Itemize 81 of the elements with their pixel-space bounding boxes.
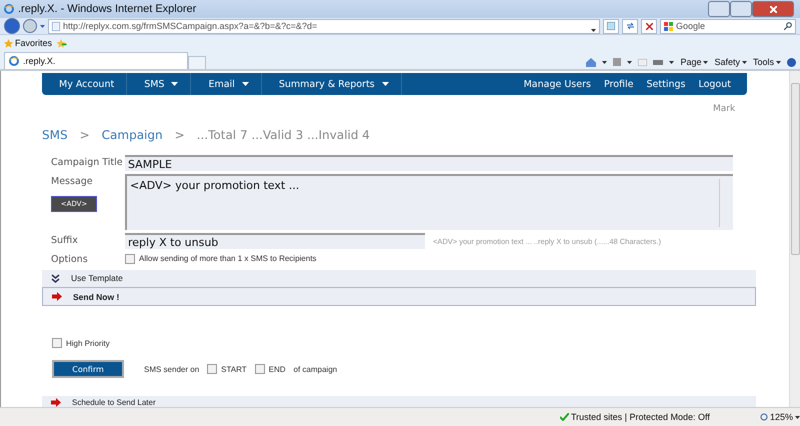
close-button[interactable] [752, 1, 794, 17]
double-chevron-icon [51, 274, 60, 283]
help-icon[interactable] [787, 58, 796, 66]
address-field[interactable]: http://replyx.com.sg/frmSMSCampaign.aspx?a=&?b=&?c=&?d= [48, 18, 600, 34]
field-label: Message [51, 175, 94, 187]
maximize-button[interactable] [730, 1, 752, 17]
minimize-button[interactable] [708, 1, 730, 17]
search-provider-icon [664, 22, 673, 30]
back-button[interactable] [4, 18, 20, 34]
field-label: Suffix [51, 234, 79, 248]
breadcrumb-separator: > [80, 128, 90, 142]
message-field[interactable]: <ADV> your promotion text ... [125, 174, 733, 230]
user-name: Mark [713, 104, 736, 114]
dropdown-arrow-icon[interactable] [703, 60, 708, 64]
dropdown-arrow-icon[interactable] [602, 60, 608, 64]
sender-label: SMS sender on [144, 364, 200, 374]
command-menu[interactable]: Tools [752, 57, 781, 67]
command-menu[interactable]: Safety [714, 57, 747, 67]
magnifier-icon [760, 413, 768, 421]
sender-checkbox[interactable]: START [207, 364, 247, 374]
dropdown-arrow-icon[interactable] [795, 416, 800, 418]
browser-logo-icon [4, 4, 14, 14]
sender-checkbox[interactable]: END [254, 364, 286, 374]
option-checkbox[interactable]: Allow sending of more than 1 x SMS to Recipients [125, 252, 733, 265]
nav-link[interactable]: Profile [604, 78, 634, 90]
nav-link[interactable]: Manage Users [524, 78, 591, 90]
checkmark-icon [560, 413, 569, 421]
breadcrumb-status: ...Total 7 ...Valid 3 ...Invalid 4 [196, 128, 370, 142]
nav-menu-item[interactable]: Summary & Reports [262, 73, 402, 95]
caret-icon [242, 82, 249, 86]
compatibility-button[interactable] [603, 18, 619, 34]
dropdown-arrow-icon[interactable] [591, 28, 596, 32]
stop-button[interactable] [641, 18, 657, 34]
nav-link[interactable]: Logout [698, 78, 731, 90]
scrollbar[interactable] [789, 71, 800, 407]
section-header[interactable]: Send Now ! [42, 287, 756, 306]
browser-logo-icon [9, 56, 19, 66]
refresh-button[interactable] [622, 18, 638, 34]
section-header[interactable]: Use Template [42, 270, 756, 288]
search-icon [784, 22, 792, 30]
high-priority-checkbox[interactable]: High Priority [52, 338, 789, 348]
window-title: .reply.X. - Windows Internet Explorer [18, 3, 196, 15]
star-icon [4, 38, 13, 48]
nav-link[interactable]: Settings [646, 78, 686, 90]
browser-tab[interactable]: .reply.X. [4, 52, 188, 69]
favorites-button[interactable]: Favorites [4, 38, 52, 48]
caret-icon [171, 82, 178, 86]
confirm-button[interactable]: Confirm [52, 360, 124, 378]
command-menu[interactable]: Page [680, 57, 708, 67]
zoom-control[interactable]: 125% [760, 412, 800, 422]
home-icon[interactable] [586, 58, 596, 66]
dropdown-arrow-icon[interactable] [669, 60, 674, 64]
campaign-title-field[interactable]: SAMPLE [125, 155, 733, 171]
breadcrumb-link[interactable]: SMS [42, 128, 68, 142]
search-field[interactable]: Google [660, 18, 796, 34]
dropdown-arrow-icon[interactable] [776, 60, 781, 64]
caret-icon [382, 82, 389, 86]
page-icon [52, 22, 60, 30]
security-zone: Trusted sites | Protected Mode: Off [560, 412, 710, 422]
refresh-icon [626, 22, 634, 30]
arrow-icon [51, 398, 61, 407]
section-header[interactable]: Schedule to Send Later [42, 396, 756, 407]
breadcrumb-link[interactable]: Campaign [102, 128, 163, 142]
close-icon [770, 6, 776, 12]
sender-label: of campaign [294, 364, 338, 374]
printer-icon[interactable] [653, 58, 664, 66]
arrow-icon [52, 292, 62, 302]
nav-menu-item[interactable]: My Account [42, 73, 128, 95]
nav-menu-item[interactable]: Email [191, 73, 262, 95]
add-favorite-icon[interactable] [56, 38, 68, 48]
field-label: Campaign Title [51, 156, 124, 170]
suffix-field[interactable]: reply X to unsub [125, 233, 425, 249]
field-label: Options [51, 253, 89, 265]
feed-icon[interactable] [613, 58, 622, 66]
breadcrumb-separator: > [174, 128, 185, 142]
dropdown-arrow-icon[interactable] [627, 60, 632, 64]
close-icon [646, 22, 652, 30]
dropdown-arrow-icon[interactable] [742, 60, 747, 64]
forward-button[interactable] [23, 19, 37, 33]
nav-menu-item[interactable]: SMS [127, 73, 192, 95]
page-icon [607, 22, 615, 30]
